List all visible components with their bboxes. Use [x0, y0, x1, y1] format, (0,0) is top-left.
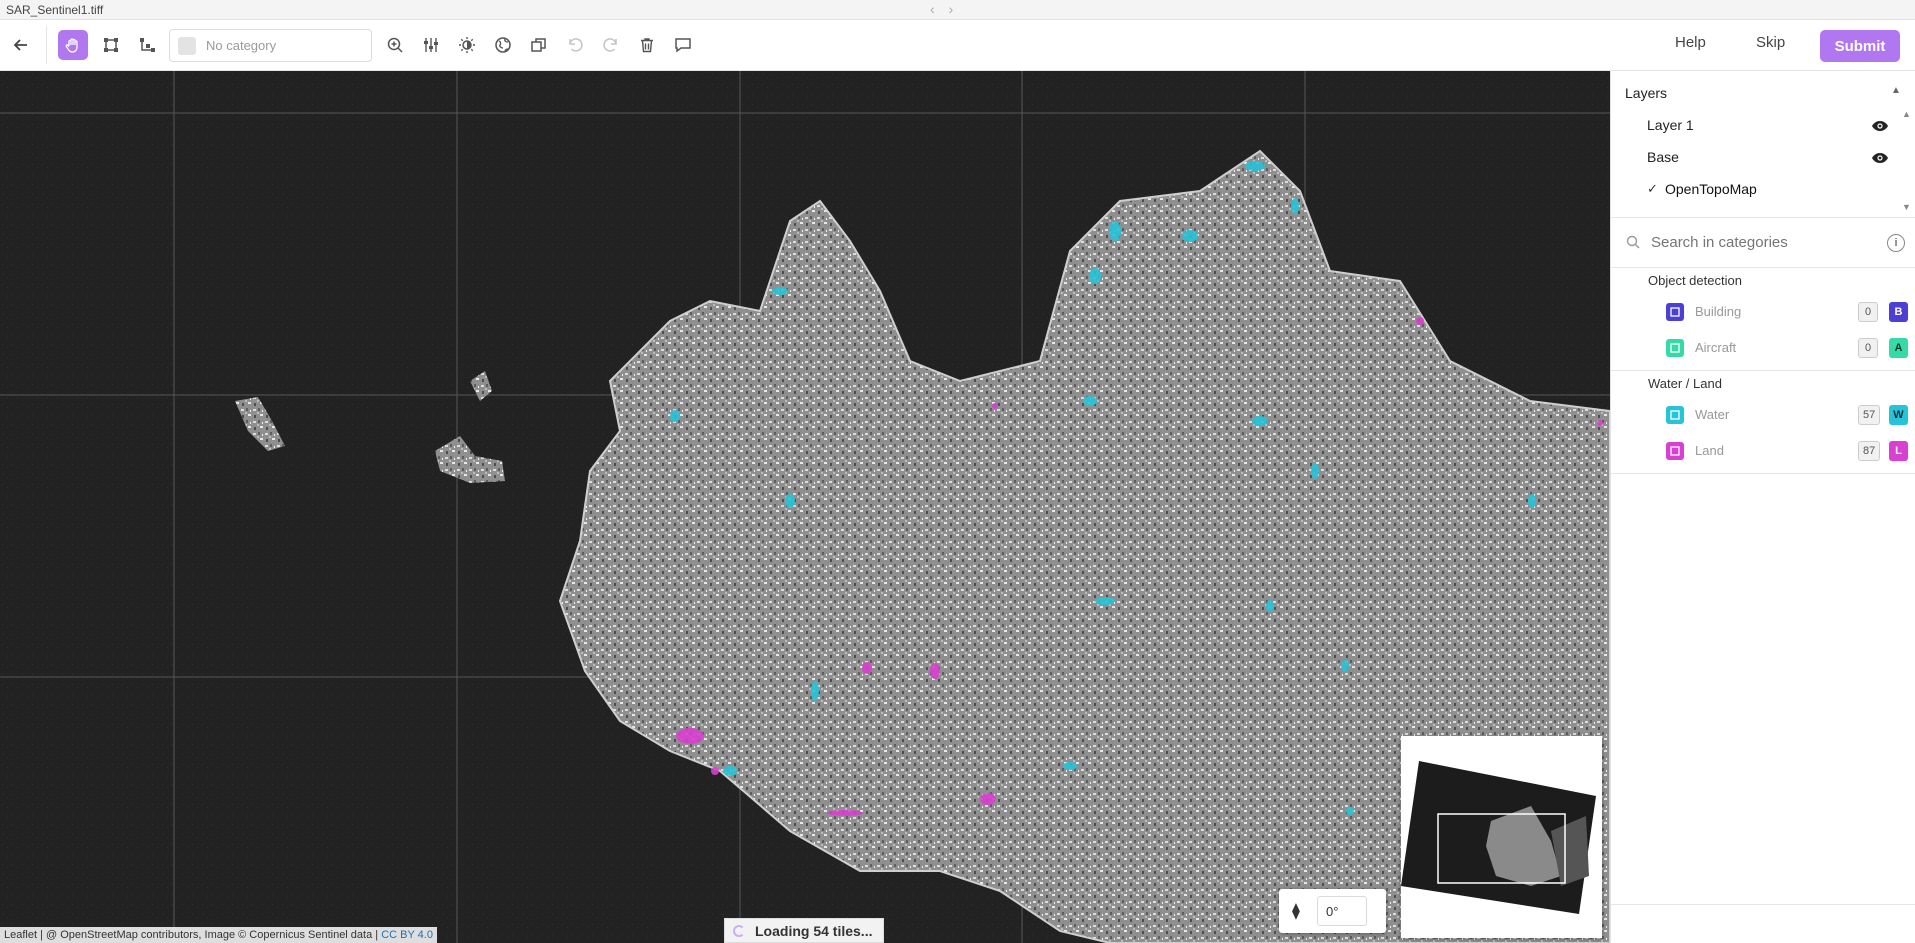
brightness-icon [459, 37, 475, 53]
comment-icon [675, 38, 691, 53]
check-icon: ✓ [1647, 181, 1658, 196]
layers-heading: Layers [1625, 85, 1668, 101]
hotkey-badge: W [1889, 405, 1908, 425]
category-count: 87 [1858, 441, 1881, 461]
brightness-button[interactable] [452, 30, 482, 60]
skip-button[interactable]: Skip [1756, 34, 1785, 51]
sliders-icon [424, 38, 438, 52]
polyline-tool-button[interactable] [132, 30, 162, 60]
spinner-icon [733, 924, 745, 937]
hotkey-badge: B [1889, 302, 1908, 322]
adjustments-button[interactable] [416, 30, 446, 60]
compass-icon[interactable]: ⧫ [1287, 901, 1305, 921]
category-count: 57 [1858, 405, 1881, 425]
category-count: 0 [1858, 338, 1878, 358]
category-search-input[interactable] [1651, 227, 1871, 257]
redo-icon [603, 38, 617, 52]
satellite-image [0, 71, 1610, 943]
eye-icon[interactable] [1871, 152, 1889, 164]
hotkey-badge: A [1889, 338, 1908, 358]
category-label: Building [1695, 304, 1742, 319]
map-canvas[interactable]: Leaflet | @ OpenStreetMap contributors, … [0, 71, 1610, 943]
hotkey-badge: L [1889, 441, 1908, 461]
chevron-left-icon[interactable]: ‹ [930, 1, 949, 17]
scroll-down-icon[interactable]: ▼ [1902, 202, 1911, 212]
category-select-value: No category [206, 38, 277, 53]
polygon-icon [1666, 442, 1684, 460]
copy-button[interactable] [524, 30, 554, 60]
toolbar: No category Help Skip Submit [0, 20, 1915, 71]
category-select[interactable]: No category [169, 29, 372, 62]
category-row-land[interactable]: Land 87 L [1611, 436, 1915, 466]
history-nav: ‹› [930, 1, 967, 17]
minimap-image [1401, 761, 1596, 914]
layer-item-opentopomap[interactable]: OpenTopoMap [1665, 181, 1757, 197]
search-icon [1626, 235, 1640, 249]
back-button[interactable] [6, 30, 36, 60]
sidebar-panel: Layers ▲ Layer 1 Base ✓ OpenTopoMap ▲ ▼ … [1610, 71, 1915, 943]
basemap-button[interactable] [488, 30, 518, 60]
undo-icon [569, 38, 583, 52]
chevron-right-icon[interactable]: › [949, 1, 968, 17]
info-icon[interactable]: i [1887, 234, 1905, 252]
bounding-box-icon [1666, 339, 1684, 357]
attribution-text: Leaflet | @ OpenStreetMap contributors, … [4, 929, 379, 941]
category-row-building[interactable]: Building 0 B [1611, 297, 1915, 327]
trash-icon [641, 38, 653, 53]
divider [1611, 904, 1915, 905]
category-row-aircraft[interactable]: Aircraft 0 A [1611, 333, 1915, 363]
delete-button[interactable] [632, 30, 662, 60]
divider [1611, 267, 1915, 268]
toolbar-divider [46, 26, 47, 64]
pan-tool-button[interactable] [58, 30, 88, 60]
polyline-icon [140, 38, 155, 52]
zoom-button[interactable] [380, 30, 410, 60]
rotation-input[interactable]: 0° [1317, 896, 1367, 926]
scroll-up-icon[interactable]: ▲ [1902, 109, 1911, 119]
layer-item-base[interactable]: Base [1647, 149, 1679, 165]
divider [1611, 370, 1915, 371]
bounding-box-tool-button[interactable] [96, 30, 126, 60]
bounding-box-icon [1666, 303, 1684, 321]
layer-item-layer1[interactable]: Layer 1 [1647, 117, 1694, 133]
group-title-water-land: Water / Land [1648, 376, 1722, 391]
zoom-in-icon [387, 37, 403, 53]
copy-icon [531, 38, 546, 52]
divider [1611, 217, 1915, 218]
map-attribution: Leaflet | @ OpenStreetMap contributors, … [0, 927, 437, 943]
collapse-icon[interactable]: ▲ [1891, 85, 1901, 96]
group-title-object-detection: Object detection [1648, 273, 1742, 288]
window-titlebar: SAR_Sentinel1.tiff ‹› [0, 0, 1915, 20]
window-title: SAR_Sentinel1.tiff [6, 3, 104, 17]
loading-text: Loading 54 tiles... [755, 922, 873, 939]
eye-icon[interactable] [1871, 120, 1889, 132]
redo-button[interactable] [596, 30, 626, 60]
globe-icon [495, 37, 511, 53]
hand-icon [65, 38, 78, 53]
category-row-water[interactable]: Water 57 W [1611, 400, 1915, 430]
category-label: Water [1695, 407, 1730, 422]
help-button[interactable]: Help [1675, 34, 1706, 51]
comment-button[interactable] [668, 30, 698, 60]
category-count: 0 [1858, 302, 1878, 322]
category-swatch [178, 36, 196, 55]
category-label: Land [1695, 443, 1724, 458]
category-label: Aircraft [1695, 340, 1737, 355]
undo-button[interactable] [560, 30, 590, 60]
submit-button[interactable]: Submit [1820, 30, 1900, 62]
minimap[interactable] [1401, 736, 1602, 938]
divider [1611, 473, 1915, 474]
loading-indicator: Loading 54 tiles... [724, 918, 884, 943]
rotation-control: ⧫ 0° [1279, 889, 1386, 933]
arrow-left-icon [13, 39, 27, 51]
license-link[interactable]: CC BY 4.0 [381, 929, 433, 941]
bounding-box-icon [104, 38, 118, 52]
polygon-icon [1666, 406, 1684, 424]
